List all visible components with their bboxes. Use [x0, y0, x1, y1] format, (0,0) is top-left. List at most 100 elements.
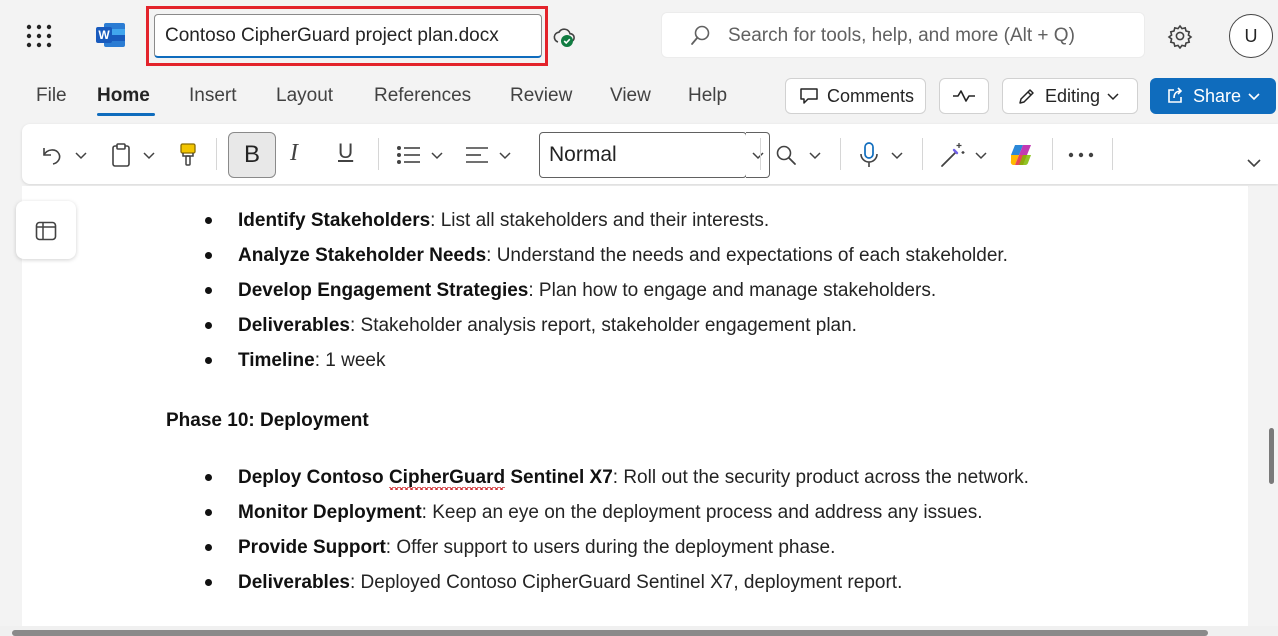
editing-label: Editing [1045, 85, 1101, 106]
tab-help[interactable]: Help [688, 72, 727, 120]
tab-insert[interactable]: Insert [189, 72, 237, 120]
document-title-input[interactable]: Contoso CipherGuard project plan.docx [154, 14, 542, 58]
list-item[interactable]: Provide Support: Offer support to users … [22, 530, 1248, 565]
gear-icon[interactable] [1167, 23, 1193, 49]
cloud-saved-icon[interactable] [552, 26, 576, 48]
share-icon [1168, 87, 1183, 103]
list-item[interactable]: Timeline: 1 week [22, 343, 1248, 378]
copilot-icon[interactable] [1006, 141, 1036, 169]
document-canvas[interactable]: Identify Stakeholders: List all stakehol… [22, 186, 1248, 626]
chevron-down-icon[interactable] [430, 151, 444, 161]
toolbar-divider [1112, 138, 1113, 170]
horizontal-scrollbar-thumb[interactable] [12, 630, 1208, 636]
toolbar-divider [760, 138, 761, 170]
list-item-desc: : Keep an eye on the deployment process … [421, 502, 983, 523]
vertical-scrollbar-thumb[interactable] [1269, 428, 1274, 484]
share-button[interactable]: Share [1150, 78, 1276, 114]
svg-text:W: W [98, 28, 110, 42]
list-item-desc: : Deployed Contoso CipherGuard Sentinel … [349, 572, 903, 593]
list-item-term: Monitor Deployment [238, 502, 422, 523]
term-text: Sentinel X7 [505, 467, 613, 488]
list-item[interactable]: Develop Engagement Strategies: Plan how … [22, 273, 1248, 308]
list-item[interactable]: Monitor Deployment: Keep an eye on the d… [22, 495, 1248, 530]
toolbar-divider [1052, 138, 1053, 170]
chevron-down-icon [1107, 93, 1119, 101]
catch-up-button[interactable] [939, 78, 989, 114]
list-item-desc: : 1 week [314, 350, 386, 371]
search-placeholder: Search for tools, help, and more (Alt + … [728, 25, 1075, 46]
chevron-down-icon[interactable] [74, 151, 88, 161]
clipboard-icon[interactable] [110, 142, 132, 168]
comments-button[interactable]: Comments [785, 78, 926, 114]
vertical-scrollbar[interactable] [1249, 186, 1278, 626]
dictate-microphone-icon[interactable] [858, 141, 880, 169]
comment-icon [800, 88, 818, 104]
list-item-desc: : Roll out the security product across t… [612, 467, 1029, 488]
list-item-term: Deliverables [238, 572, 350, 593]
toolbar-divider [378, 138, 379, 170]
tab-review[interactable]: Review [510, 72, 572, 120]
list-item-term: Develop Engagement Strategies [238, 280, 529, 301]
list-item-term: Deliverables [238, 315, 350, 336]
title-bar: W Contoso CipherGuard project plan.docx … [0, 0, 1278, 72]
word-logo-icon[interactable]: W [96, 22, 126, 48]
tab-file[interactable]: File [36, 72, 67, 120]
formatting-toolbar: B I U Normal [22, 124, 1278, 184]
chevron-down-icon[interactable] [142, 151, 156, 161]
paragraph-style-select[interactable]: Normal [539, 132, 747, 178]
spelling-error-word[interactable]: CipherGuard [388, 467, 506, 490]
editing-mode-button[interactable]: Editing [1002, 78, 1138, 114]
more-options-icon[interactable] [1068, 152, 1094, 158]
chevron-down-icon[interactable] [498, 151, 512, 161]
list-item-desc: : Offer support to users during the depl… [385, 537, 836, 558]
navigation-pane-icon [35, 221, 57, 241]
list-item-desc: : Understand the needs and expectations … [486, 245, 1008, 266]
undo-icon[interactable] [40, 144, 64, 166]
find-icon[interactable] [774, 144, 798, 166]
toolbar-divider [216, 138, 217, 170]
active-tab-indicator [97, 113, 155, 116]
avatar[interactable]: U [1229, 14, 1273, 58]
activity-icon [953, 90, 975, 102]
list-item-term: Timeline [238, 350, 315, 371]
underline-button[interactable]: U [338, 140, 353, 164]
chevron-down-icon [1248, 93, 1260, 101]
list-item-term: Deploy Contoso CipherGuard Sentinel X7 [238, 467, 613, 490]
list-item-desc: : Stakeholder analysis report, stakehold… [349, 315, 857, 336]
designer-wand-icon[interactable] [938, 141, 966, 169]
chevron-down-icon[interactable] [974, 151, 988, 161]
format-painter-icon[interactable] [178, 142, 198, 168]
deployment-list: Deploy Contoso CipherGuard Sentinel X7: … [22, 460, 1248, 600]
tab-references[interactable]: References [374, 72, 471, 120]
list-item[interactable]: Deliverables: Stakeholder analysis repor… [22, 308, 1248, 343]
share-label: Share [1193, 85, 1242, 106]
paragraph-style-value: Normal [549, 143, 617, 166]
chevron-down-icon[interactable] [890, 151, 904, 161]
align-left-icon[interactable] [464, 144, 490, 166]
list-item[interactable]: Deliverables: Deployed Contoso CipherGua… [22, 565, 1248, 600]
bullet-list-icon[interactable] [396, 144, 422, 166]
list-item-term: Provide Support [238, 537, 386, 558]
expand-ribbon-icon[interactable] [1246, 158, 1262, 168]
tab-layout[interactable]: Layout [276, 72, 333, 120]
chevron-down-icon [752, 152, 764, 160]
comments-label: Comments [827, 85, 915, 106]
list-item-desc: : List all stakeholders and their intere… [430, 210, 770, 231]
list-item[interactable]: Analyze Stakeholder Needs: Understand th… [22, 238, 1248, 273]
list-item[interactable]: Deploy Contoso CipherGuard Sentinel X7: … [22, 460, 1248, 495]
list-item-term: Analyze Stakeholder Needs [238, 245, 487, 266]
toolbar-divider [922, 138, 923, 170]
paragraph-style-dropdown[interactable] [746, 132, 770, 178]
list-item-desc: : Plan how to engage and manage stakehol… [528, 280, 937, 301]
search-box[interactable]: Search for tools, help, and more (Alt + … [661, 12, 1145, 58]
term-text: Deploy Contoso [238, 467, 389, 488]
app-launcher-icon[interactable] [26, 24, 52, 48]
list-item[interactable]: Identify Stakeholders: List all stakehol… [22, 203, 1248, 238]
navigation-pane-button[interactable] [16, 201, 76, 259]
italic-button[interactable]: I [290, 140, 298, 167]
phase-heading: Phase 10: Deployment [166, 410, 369, 431]
tab-view[interactable]: View [610, 72, 651, 120]
chevron-down-icon[interactable] [808, 151, 822, 161]
bold-button[interactable]: B [228, 132, 276, 178]
list-item-term: Identify Stakeholders [238, 210, 431, 231]
